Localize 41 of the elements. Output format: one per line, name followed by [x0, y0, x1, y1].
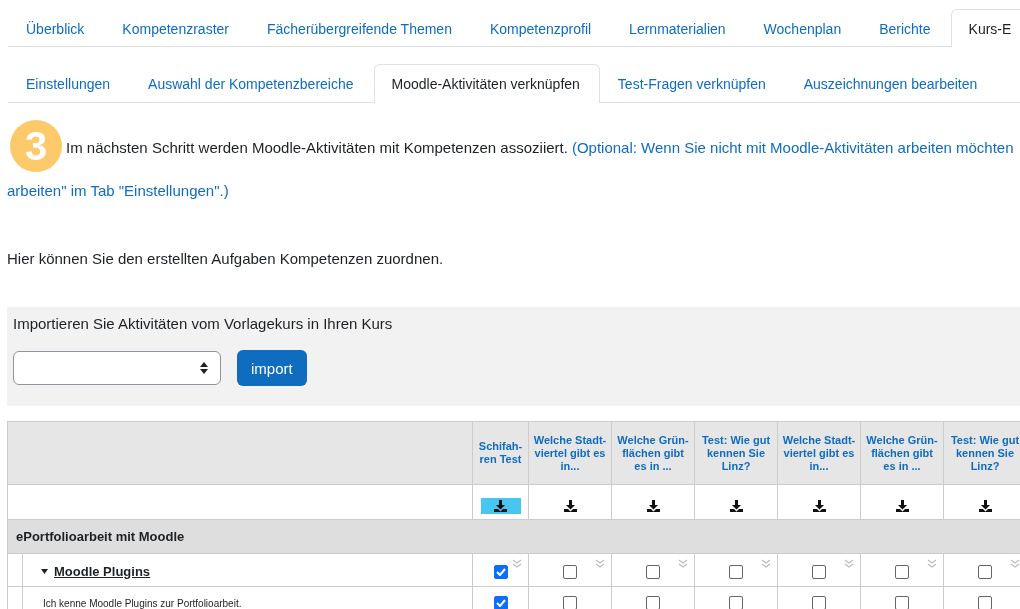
hint-text: (Optional: Wenn Sie nicht mit Moodle-Aktivitäten arbeiten möchten	[571, 138, 1014, 156]
checkbox[interactable]	[729, 596, 743, 609]
checkbox[interactable]	[812, 596, 826, 609]
checkbox[interactable]	[563, 564, 577, 579]
nav-tab[interactable]: Überblick	[8, 9, 105, 47]
checkbox[interactable]	[978, 564, 992, 579]
checkbox[interactable]	[646, 596, 660, 609]
checkbox[interactable]	[493, 564, 508, 579]
step-text: Im nächsten Schritt werden Moodle-Aktivitäten mit Kompetenzen assoziiert.	[66, 138, 568, 156]
nav-tab[interactable]: Kurs-E	[950, 9, 1020, 47]
nav-tab[interactable]: Wochenplan	[745, 9, 862, 47]
import-button[interactable]: import	[237, 350, 307, 386]
competence-label: Ich kenne Moodle Plugins zur Portfolioarbeit.	[42, 598, 242, 609]
download-icon[interactable]	[480, 497, 521, 514]
sub-tab[interactable]: Moodle-Aktivitäten verknüpfen	[373, 64, 600, 103]
sub-tab[interactable]: Auswahl der Kompetenzbereiche	[130, 64, 374, 103]
checkbox[interactable]	[493, 596, 508, 609]
nav-tab[interactable]: Kompetenzprofil	[471, 9, 612, 47]
nav-tab[interactable]: Lernmaterialien	[611, 9, 746, 47]
topic-link[interactable]: Moodle Plugins	[54, 563, 151, 579]
import-label: Importieren Sie Aktivitäten vom Vorlagekurs in Ihren Kurs	[13, 315, 394, 332]
sub-tab[interactable]: Einstellungen	[8, 64, 131, 103]
checkbox[interactable]	[895, 596, 909, 609]
section-title: ePortfolioarbeit mit Moodle	[16, 529, 185, 544]
checkbox[interactable]	[563, 596, 577, 609]
course-select[interactable]	[13, 351, 221, 385]
caret-icon[interactable]	[41, 568, 48, 574]
checkbox[interactable]	[812, 564, 826, 579]
step-number-badge: 3	[10, 120, 62, 172]
select-arrows-icon	[200, 362, 208, 374]
nav-tab[interactable]: Kompetenzraster	[104, 9, 249, 47]
hint-text: arbeiten" im Tab "Einstellungen".)	[7, 182, 230, 199]
nav-tab[interactable]: Fächerübergreifende Themen	[248, 9, 472, 47]
sub-tab[interactable]: Auszeichnungen bearbeiten	[785, 64, 998, 103]
checkbox[interactable]	[646, 564, 660, 579]
sub-tab[interactable]: Test-Fragen verknüpfen	[599, 64, 786, 103]
checkbox[interactable]	[978, 596, 992, 609]
nav-tab[interactable]: Berichte	[861, 9, 951, 47]
checkbox[interactable]	[729, 564, 743, 579]
intro-text: Hier können Sie den erstellten Aufgaben Kompetenzen zuordnen.	[7, 250, 445, 267]
checkbox[interactable]	[895, 564, 909, 579]
